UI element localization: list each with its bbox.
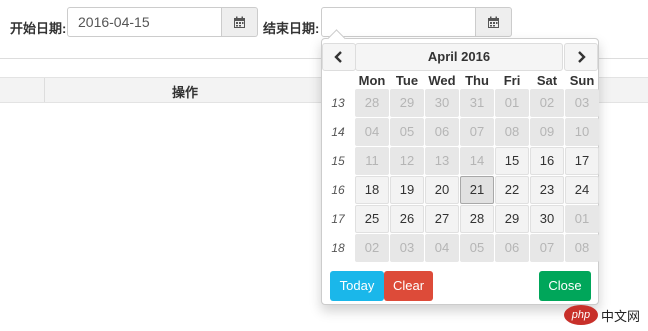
- day-cell: 30: [425, 89, 459, 117]
- end-date-label: 结束日期:: [263, 21, 320, 36]
- day-cell[interactable]: 25: [355, 205, 389, 233]
- day-cell: 01: [495, 89, 529, 117]
- close-button[interactable]: Close: [539, 271, 591, 301]
- weekday-header: Fri: [503, 73, 521, 88]
- week-number: 17: [331, 212, 345, 226]
- week-number: 15: [331, 154, 345, 168]
- datepicker-dropdown: April 2016 Mon Tue Wed Thu Fri Sat Sun 13 28 29 3…: [321, 29, 599, 305]
- day-cell: 01: [565, 205, 599, 233]
- day-cell[interactable]: 26: [390, 205, 424, 233]
- day-cell[interactable]: 24: [565, 176, 599, 204]
- day-cell: 08: [495, 118, 529, 146]
- day-cell[interactable]: 29: [495, 205, 529, 233]
- day-cell[interactable]: 28: [460, 205, 494, 233]
- day-cell: 02: [355, 234, 389, 262]
- clear-button[interactable]: Clear: [384, 271, 433, 301]
- calendar-icon: [488, 16, 499, 28]
- week-number: 13: [331, 96, 345, 110]
- column-header-action: 操作: [172, 85, 199, 100]
- start-date-calendar-button[interactable]: [222, 7, 258, 37]
- day-cell[interactable]: 20: [425, 176, 459, 204]
- day-cell: 14: [460, 147, 494, 175]
- weekday-header: Sun: [569, 73, 595, 88]
- day-cell: 28: [355, 89, 389, 117]
- day-cell: 03: [390, 234, 424, 262]
- weekday-header: Sat: [536, 73, 558, 88]
- day-cell: 08: [565, 234, 599, 262]
- day-cell: 04: [355, 118, 389, 146]
- day-cell[interactable]: 17: [565, 147, 599, 175]
- day-cell-today[interactable]: 21: [460, 176, 494, 204]
- week-number: 14: [331, 125, 345, 139]
- next-month-button[interactable]: [564, 43, 598, 71]
- day-cell[interactable]: 22: [495, 176, 529, 204]
- day-cell[interactable]: 15: [495, 147, 529, 175]
- end-date-calendar-button[interactable]: [476, 7, 512, 37]
- day-cell[interactable]: 23: [530, 176, 564, 204]
- day-cell: 13: [425, 147, 459, 175]
- weekday-header: Mon: [358, 73, 386, 88]
- day-cell[interactable]: 18: [355, 176, 389, 204]
- day-cell: 09: [530, 118, 564, 146]
- day-cell: 11: [355, 147, 389, 175]
- calendar-icon: [234, 16, 245, 28]
- day-cell: 07: [530, 234, 564, 262]
- day-cell: 06: [425, 118, 459, 146]
- prev-month-button[interactable]: [322, 43, 356, 71]
- weekday-header: Thu: [465, 73, 489, 88]
- day-cell: 04: [425, 234, 459, 262]
- day-cell[interactable]: 27: [425, 205, 459, 233]
- day-cell[interactable]: 16: [530, 147, 564, 175]
- chevron-left-icon: [334, 51, 342, 63]
- day-cell[interactable]: 19: [390, 176, 424, 204]
- month-switch[interactable]: April 2016: [355, 43, 563, 71]
- day-cell: 06: [495, 234, 529, 262]
- weekday-header: Wed: [428, 73, 456, 88]
- day-cell: 03: [565, 89, 599, 117]
- watermark: php 中文网: [563, 305, 640, 325]
- start-date-input[interactable]: 2016-04-15: [67, 7, 222, 37]
- chevron-right-icon: [578, 51, 586, 63]
- today-button[interactable]: Today: [330, 271, 384, 301]
- day-cell: 05: [460, 234, 494, 262]
- column-divider: [44, 78, 45, 102]
- day-cell: 31: [460, 89, 494, 117]
- day-cell[interactable]: 30: [530, 205, 564, 233]
- week-number: 16: [331, 183, 345, 197]
- week-number: 18: [331, 241, 345, 255]
- weekday-header: Tue: [395, 73, 419, 88]
- day-cell: 05: [390, 118, 424, 146]
- day-cell: 02: [530, 89, 564, 117]
- php-logo: php: [563, 305, 598, 325]
- day-cell: 12: [390, 147, 424, 175]
- day-cell: 29: [390, 89, 424, 117]
- day-cell: 07: [460, 118, 494, 146]
- start-date-label: 开始日期:: [10, 21, 67, 36]
- end-date-input[interactable]: [321, 7, 476, 37]
- watermark-text: 中文网: [600, 309, 640, 325]
- day-cell: 10: [565, 118, 599, 146]
